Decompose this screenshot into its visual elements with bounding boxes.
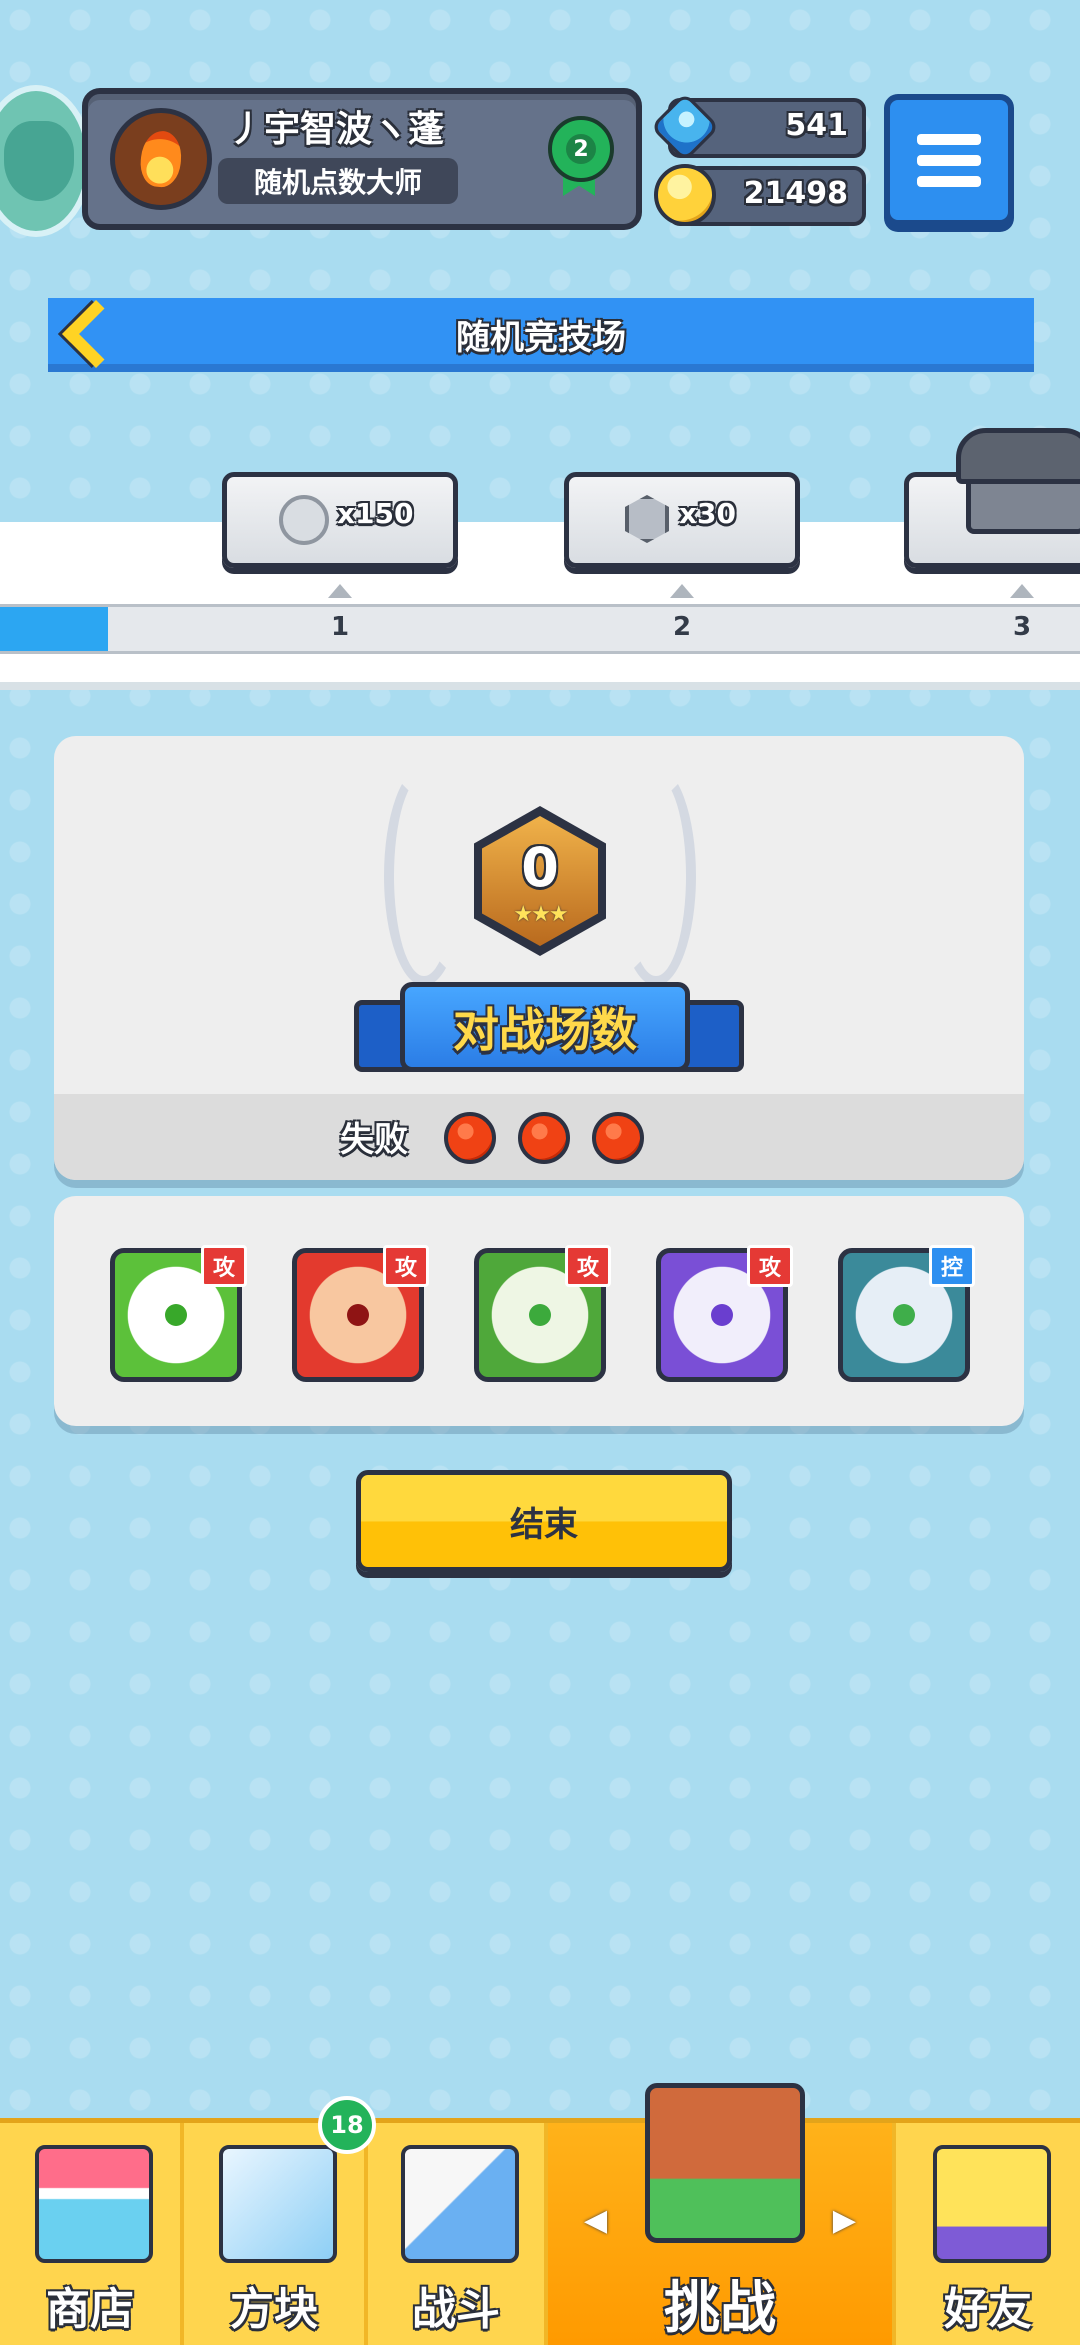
- title-bar: 随机竞技场: [48, 298, 1034, 372]
- dice-type-tag: 攻: [383, 1245, 429, 1287]
- dice-pip: [347, 1304, 369, 1326]
- player-title: 随机点数大师: [253, 166, 422, 199]
- reward-box-1[interactable]: x150: [222, 472, 458, 568]
- dice-card[interactable]: 攻: [292, 1245, 429, 1382]
- gem-counter[interactable]: 541: [649, 91, 866, 163]
- loss-dot: [592, 1112, 644, 1164]
- dice-card[interactable]: 攻: [474, 1245, 611, 1382]
- track-tick-1: [328, 584, 352, 598]
- matches-banner: 对战场数: [400, 982, 690, 1072]
- dice-type-tag: 攻: [201, 1245, 247, 1287]
- nav-friends[interactable]: 好友: [896, 2123, 1080, 2345]
- nav-dice[interactable]: 方块: [184, 2123, 368, 2345]
- gem-icon: [649, 91, 721, 163]
- dice-type-tag: 控: [929, 1245, 975, 1287]
- nav-label: 好友: [944, 2284, 1032, 2335]
- reward-box-2[interactable]: x30: [564, 472, 800, 568]
- menu-line: [917, 133, 981, 145]
- player-name: 丿宇智波ヽ蓬: [228, 109, 445, 150]
- dice-pip: [165, 1304, 187, 1326]
- track-step-2: 2: [672, 612, 692, 642]
- bottom-nav: 商店 方块 战斗 ◀ ▶ 挑战 好友: [0, 2083, 1080, 2345]
- loss-strip: 失败: [54, 1094, 1024, 1180]
- reward-quantity: x30: [679, 497, 737, 530]
- track-step-3: 3: [1012, 612, 1032, 642]
- loss-dot: [444, 1112, 496, 1164]
- nav-next-arrow-icon[interactable]: ▶: [833, 2203, 856, 2238]
- dice-pip: [711, 1304, 733, 1326]
- track-tick-3: [1010, 584, 1034, 598]
- menu-line: [917, 175, 981, 187]
- loss-label: 失败: [340, 1120, 408, 1160]
- menu-button[interactable]: [884, 94, 1014, 226]
- track-tick-2: [670, 584, 694, 598]
- gem-value: 541: [785, 108, 848, 143]
- nav-label: 挑战: [664, 2276, 776, 2341]
- castle-icon: [645, 2083, 805, 2243]
- coin-icon: [279, 495, 329, 545]
- page-title: 随机竞技场: [456, 318, 626, 358]
- dice-type-tag: 攻: [565, 1245, 611, 1287]
- dice-card[interactable]: 控: [838, 1245, 975, 1382]
- shop-icon: [35, 2145, 153, 2263]
- dice-box-icon: [219, 2145, 337, 2263]
- reward-quantity: x150: [337, 497, 414, 530]
- gold-value: 21498: [743, 176, 848, 211]
- nav-label: 方块: [230, 2284, 318, 2335]
- menu-line: [917, 154, 981, 166]
- nav-label: 战斗: [412, 2284, 500, 2335]
- gold-counter[interactable]: 21498: [654, 164, 866, 226]
- nav-challenge[interactable]: ◀ ▶ 挑战: [548, 2083, 896, 2345]
- track-step-1: 1: [330, 612, 350, 642]
- reward-progress-bar: [0, 604, 1080, 654]
- dice-card[interactable]: 攻: [656, 1245, 793, 1382]
- deck-panel: 攻 攻 攻 攻 控: [54, 1196, 1024, 1426]
- end-button[interactable]: 结束: [356, 1470, 732, 1572]
- dice-type-tag: 攻: [747, 1245, 793, 1287]
- nav-prev-arrow-icon[interactable]: ◀: [584, 2203, 607, 2238]
- end-button-label: 结束: [510, 1504, 578, 1545]
- chest-icon: [956, 428, 1080, 534]
- nav-shop[interactable]: 商店: [0, 2123, 184, 2345]
- nav-label: 商店: [46, 2284, 134, 2335]
- flame-emblem-icon: [110, 108, 212, 210]
- banner-label: 对战场数: [453, 1003, 637, 1057]
- dice-card[interactable]: 攻: [110, 1245, 247, 1382]
- player-title-box: 随机点数大师: [218, 158, 458, 204]
- sword-shield-icon: [401, 2145, 519, 2263]
- rank-level: 2: [566, 134, 596, 164]
- dice-pip: [893, 1304, 915, 1326]
- dice-pip: [529, 1304, 551, 1326]
- laurel-left-icon: [384, 766, 464, 986]
- matches-count: 0: [521, 836, 559, 899]
- player-avatar[interactable]: [0, 85, 92, 237]
- profile-card[interactable]: 丿宇智波ヽ蓬 随机点数大师 2: [82, 88, 642, 230]
- notification-badge: 18: [318, 2096, 376, 2154]
- gem-icon: [625, 495, 669, 543]
- loss-dot: [518, 1112, 570, 1164]
- friends-icon: [933, 2145, 1051, 2263]
- rank-badge[interactable]: 2: [548, 116, 614, 182]
- result-panel: 0 ★★★ 对战场数 失败: [54, 736, 1024, 1180]
- coin-icon: [654, 164, 716, 226]
- laurel-right-icon: [616, 766, 696, 986]
- reward-progress-fill: [0, 607, 108, 651]
- nav-battle[interactable]: 战斗: [368, 2123, 548, 2345]
